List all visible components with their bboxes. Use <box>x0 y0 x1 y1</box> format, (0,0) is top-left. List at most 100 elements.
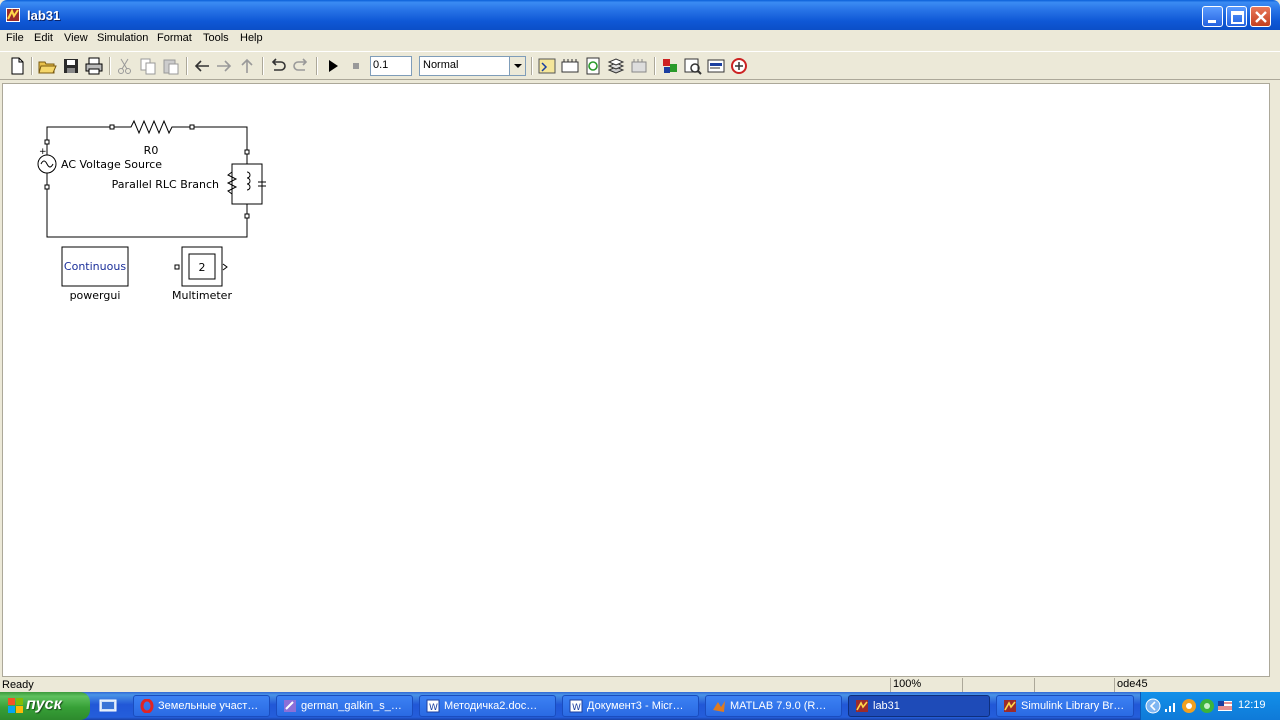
wire-source-to-r0[interactable] <box>46 126 112 143</box>
r0-port-right <box>189 124 195 130</box>
model-explorer-icon[interactable] <box>629 56 649 76</box>
paste-icon[interactable] <box>161 56 181 76</box>
toolbar: 0.1 Normal <box>0 51 1280 80</box>
build-icon[interactable] <box>537 56 557 76</box>
title-bar[interactable]: lab31 <box>0 0 1280 30</box>
up-arrow-icon[interactable] <box>237 56 257 76</box>
print-icon[interactable] <box>84 56 104 76</box>
cut-icon[interactable] <box>115 56 135 76</box>
stop-time-input[interactable]: 0.1 <box>370 56 412 76</box>
library-browser-icon[interactable] <box>606 56 626 76</box>
stop-simulation-icon[interactable] <box>346 56 366 76</box>
toolbar-separator <box>654 57 656 75</box>
toolbar-separator <box>186 57 188 75</box>
show-desktop-icon[interactable] <box>99 698 117 714</box>
start-simulation-icon[interactable] <box>323 56 343 76</box>
tray-expand-icon[interactable] <box>1145 698 1161 714</box>
minimize-icon <box>1208 20 1216 23</box>
menu-bar: File Edit View Simulation Format Tools H… <box>0 30 1280 49</box>
icq-icon[interactable] <box>1199 698 1215 714</box>
forward-arrow-icon[interactable] <box>214 56 234 76</box>
multimeter-label: Multimeter <box>172 289 232 302</box>
menu-view[interactable]: View <box>64 32 88 44</box>
back-arrow-icon[interactable] <box>192 56 212 76</box>
menu-format[interactable]: Format <box>157 32 192 44</box>
taskbar-item-word-methodichka[interactable]: W Методичка2.doc… <box>419 695 556 717</box>
taskbar-item-word-document3[interactable]: W Документ3 - Micr… <box>562 695 699 717</box>
multimeter-port-in <box>174 264 180 270</box>
profile-report-icon[interactable] <box>706 56 726 76</box>
update-diagram-icon[interactable] <box>560 56 580 76</box>
svg-text:W: W <box>429 703 438 713</box>
word-icon: W <box>569 699 583 713</box>
simulation-mode-select[interactable]: Normal <box>419 56 526 76</box>
ac-plus-sign: + <box>39 147 47 157</box>
status-solver: ode45 <box>1114 678 1250 692</box>
agent-icon[interactable] <box>1181 698 1197 714</box>
simulink-app-icon <box>6 8 20 22</box>
system-tray: 12:19 <box>1140 692 1280 720</box>
toolbar-separator <box>531 57 533 75</box>
simulink-model-window: lab31 File Edit View Simulation Format T… <box>0 0 1280 692</box>
status-cell-empty <box>962 678 1032 692</box>
no-entry-icon[interactable] <box>729 56 749 76</box>
taskbar-item-lab31[interactable]: lab31 <box>848 695 990 717</box>
powergui-mode-text: Continuous <box>64 260 126 273</box>
open-folder-icon[interactable] <box>37 56 57 76</box>
start-button[interactable]: пуск <box>0 692 90 720</box>
wire-r0-to-rlc[interactable] <box>191 126 248 150</box>
wire-return[interactable] <box>46 187 248 238</box>
rlc-inductor-icon <box>246 171 251 191</box>
taskbar-item-opera[interactable]: Земельные участ… <box>133 695 270 717</box>
copy-icon[interactable] <box>138 56 158 76</box>
taskbar-item-matlab[interactable]: MATLAB 7.9.0 (R… <box>705 695 842 717</box>
word-icon: W <box>426 699 440 713</box>
multimeter-output-arrow-icon <box>222 263 228 271</box>
close-button[interactable] <box>1250 6 1271 27</box>
matlab-icon <box>713 701 725 712</box>
menu-file[interactable]: File <box>6 32 24 44</box>
svg-text:W: W <box>572 703 581 713</box>
dropdown-arrow-icon[interactable] <box>509 57 525 75</box>
undo-icon[interactable] <box>268 56 288 76</box>
rlc-port-bottom <box>244 213 250 219</box>
save-icon[interactable] <box>61 56 81 76</box>
multimeter-block[interactable]: 2 Multimeter <box>172 246 232 302</box>
document-viewer-icon <box>284 700 296 712</box>
status-text: Ready <box>2 679 34 691</box>
network-signal-icon[interactable] <box>1163 698 1179 714</box>
redo-icon[interactable] <box>291 56 311 76</box>
status-bar: Ready 100% ode45 <box>0 678 1280 692</box>
clock: 12:19 <box>1238 699 1266 711</box>
toolbar-separator <box>316 57 318 75</box>
new-model-icon[interactable] <box>7 56 27 76</box>
refresh-icon[interactable] <box>583 56 603 76</box>
powergui-block[interactable]: Continuous powergui <box>61 246 129 302</box>
ac-port-top <box>44 139 50 145</box>
windows-logo-icon <box>8 698 23 713</box>
toolbar-separator <box>262 57 264 75</box>
taskbar-item-simulink-library[interactable]: Simulink Library Br… <box>996 695 1134 717</box>
language-flag-icon[interactable] <box>1217 698 1233 714</box>
minimize-button[interactable] <box>1202 6 1223 27</box>
menu-tools[interactable]: Tools <box>203 32 229 44</box>
ac-source-label: AC Voltage Source <box>61 158 162 171</box>
rlc-port-top <box>244 149 250 155</box>
menu-simulation[interactable]: Simulation <box>97 32 148 44</box>
opera-icon <box>140 699 154 713</box>
menu-help[interactable]: Help <box>240 32 263 44</box>
status-zoom: 100% <box>890 678 960 692</box>
debugger-icon[interactable] <box>660 56 680 76</box>
model-advisor-icon[interactable] <box>683 56 703 76</box>
start-label: пуск <box>26 696 62 713</box>
powergui-label: powergui <box>70 289 121 302</box>
taskbar: пуск Земельные участ… german_galkin_s_… … <box>0 692 1280 720</box>
resistor-r0-block[interactable]: R0 <box>109 119 195 157</box>
rlc-label: Parallel RLC Branch <box>112 178 219 191</box>
maximize-button[interactable] <box>1226 6 1247 27</box>
ac-port-bottom <box>44 184 50 190</box>
taskbar-item-pdf[interactable]: german_galkin_s_… <box>276 695 413 717</box>
menu-edit[interactable]: Edit <box>34 32 53 44</box>
simulation-mode-value: Normal <box>423 59 459 71</box>
model-canvas[interactable]: R0 + AC Voltage Source Parallel RLC Bran… <box>2 83 1270 677</box>
